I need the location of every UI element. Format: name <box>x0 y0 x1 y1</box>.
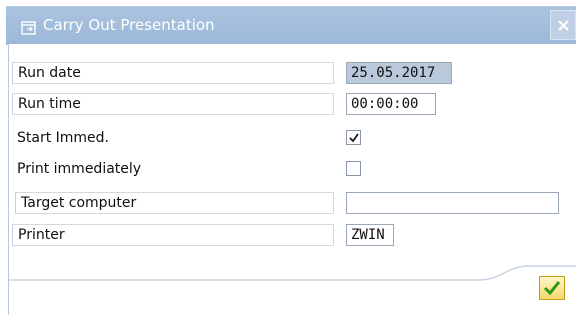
print-immediately-row: Print immediately <box>12 159 572 183</box>
run-time-field[interactable]: 00:00:00 <box>346 93 436 115</box>
title-bar: Carry Out Presentation <box>6 6 576 45</box>
dialog-window: Carry Out Presentation Run date 25.05.20… <box>0 0 576 315</box>
window-title: Carry Out Presentation <box>43 16 215 34</box>
target-computer-label: Target computer <box>15 192 334 214</box>
dialog-icon <box>21 20 37 35</box>
print-immediately-checkbox[interactable] <box>346 161 361 176</box>
printer-field[interactable]: ZWIN <box>346 224 394 246</box>
start-immed-row: Start Immed. <box>12 128 572 152</box>
run-time-label: Run time <box>12 93 334 115</box>
run-date-label: Run date <box>12 62 334 84</box>
form-area: Run date 25.05.2017 Run time 00:00:00 St… <box>8 44 576 315</box>
checkmark-icon <box>543 281 561 296</box>
start-immed-checkbox[interactable] <box>346 130 361 145</box>
checkmark-icon <box>349 133 359 143</box>
printer-row: Printer ZWIN <box>12 224 572 248</box>
print-immediately-label: Print immediately <box>12 159 334 181</box>
run-time-row: Run time 00:00:00 <box>12 93 572 117</box>
run-date-field[interactable]: 25.05.2017 <box>346 62 452 84</box>
start-immed-label: Start Immed. <box>12 128 334 150</box>
target-computer-field[interactable] <box>346 192 559 214</box>
run-date-row: Run date 25.05.2017 <box>12 62 572 86</box>
target-computer-row: Target computer <box>12 192 572 216</box>
ok-button[interactable] <box>539 276 565 300</box>
printer-label: Printer <box>12 224 334 246</box>
close-button[interactable] <box>550 10 576 40</box>
footer-divider <box>9 265 576 281</box>
